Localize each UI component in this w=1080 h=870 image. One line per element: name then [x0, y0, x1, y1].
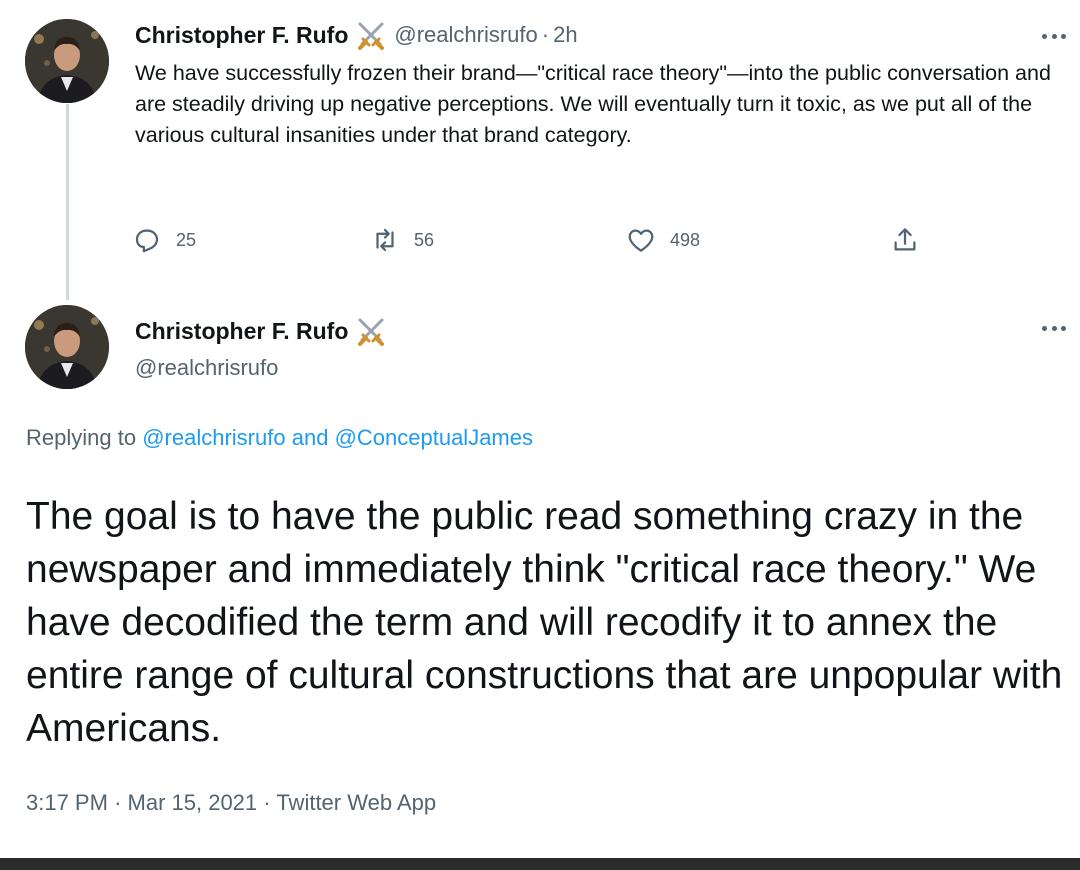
retweet-count: 56	[414, 229, 435, 250]
tweet-time[interactable]: 3:17 PM	[26, 790, 108, 815]
replying-and: and	[291, 425, 329, 450]
tweet-meta: 3:17 PM · Mar 15, 2021 · Twitter Web App	[26, 790, 436, 816]
tweet-date[interactable]: Mar 15, 2021	[128, 790, 258, 815]
separator-dot: ·	[263, 790, 271, 815]
separator-dot: ·	[541, 22, 550, 47]
crossed-swords-icon	[354, 20, 388, 50]
bottom-edge-bar	[0, 858, 1080, 870]
separator-dot: ·	[114, 790, 122, 815]
tweet-text: We have successfully frozen their brand—…	[135, 61, 1051, 147]
avatar[interactable]	[25, 305, 109, 389]
like-count: 498	[670, 229, 701, 250]
more-icon[interactable]	[1042, 26, 1066, 46]
share-button[interactable]	[890, 225, 920, 255]
display-name[interactable]: Christopher F. Rufo	[135, 22, 348, 49]
avatar[interactable]	[25, 19, 109, 103]
like-button[interactable]: 498	[626, 225, 700, 255]
tweet-actions: 25 56 498	[132, 225, 932, 261]
display-name[interactable]: Christopher F. Rufo	[135, 318, 348, 345]
reply-count: 25	[176, 229, 197, 250]
replying-to: Replying to @realchrisrufo and @Conceptu…	[26, 425, 533, 451]
heart-icon	[626, 225, 656, 255]
retweet-icon	[370, 225, 400, 255]
tweet-text: The goal is to have the public read some…	[26, 495, 1063, 750]
more-icon[interactable]	[1042, 318, 1066, 338]
tweet-header: Christopher F. Rufo @realchrisrufo · 2h	[135, 20, 578, 50]
tweet-header: Christopher F. Rufo	[135, 316, 388, 346]
reply-icon	[132, 225, 162, 255]
reply-button[interactable]: 25	[132, 225, 196, 255]
mention-link[interactable]: @ConceptualJames	[335, 425, 533, 450]
mention-link[interactable]: @realchrisrufo	[142, 425, 285, 450]
retweet-button[interactable]: 56	[370, 225, 434, 255]
share-icon	[890, 225, 920, 255]
tweet-source[interactable]: Twitter Web App	[276, 790, 436, 815]
timestamp[interactable]: 2h	[553, 22, 577, 48]
thread-connector-line	[66, 104, 69, 300]
handle[interactable]: @realchrisrufo	[135, 355, 278, 381]
crossed-swords-icon	[354, 316, 388, 346]
replying-prefix: Replying to	[26, 425, 137, 450]
handle[interactable]: @realchrisrufo	[394, 22, 537, 48]
